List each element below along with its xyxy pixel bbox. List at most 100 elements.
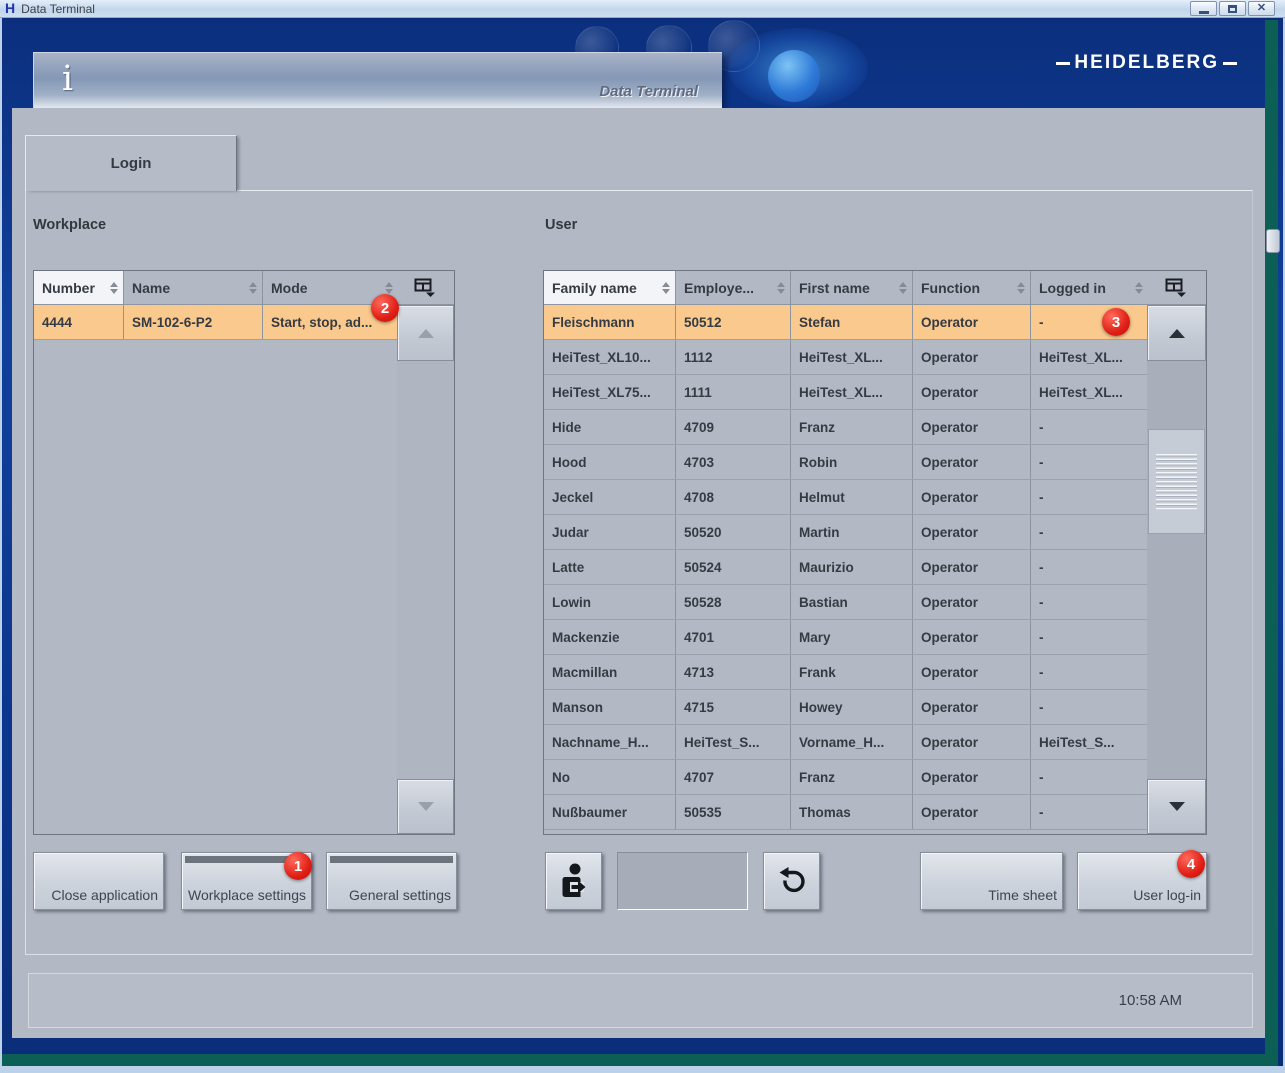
table-cell[interactable]: 1112: [676, 340, 791, 374]
table-cell[interactable]: Lowin: [544, 585, 676, 619]
table-row[interactable]: 4444SM-102-6-P2Start, stop, ad...: [34, 305, 397, 340]
column-header-employe[interactable]: Employe...: [676, 271, 791, 304]
table-cell[interactable]: Franz: [791, 760, 913, 794]
table-cell[interactable]: -: [1031, 690, 1147, 724]
table-cell[interactable]: 50528: [676, 585, 791, 619]
table-cell[interactable]: 4713: [676, 655, 791, 689]
table-cell[interactable]: Operator: [913, 550, 1031, 584]
table-cell[interactable]: Helmut: [791, 480, 913, 514]
table-cell[interactable]: Operator: [913, 515, 1031, 549]
scroll-up-button[interactable]: [397, 305, 454, 361]
scroll-thumb[interactable]: [1148, 429, 1205, 534]
table-cell[interactable]: -: [1031, 410, 1147, 444]
table-cell[interactable]: -: [1031, 655, 1147, 689]
tab-login[interactable]: Login: [25, 135, 237, 191]
table-cell[interactable]: HeiTest_XL...: [1031, 375, 1147, 409]
table-cell[interactable]: Macmillan: [544, 655, 676, 689]
column-picker-button[interactable]: [1147, 271, 1206, 305]
table-cell[interactable]: Operator: [913, 795, 1031, 829]
table-cell[interactable]: Operator: [913, 340, 1031, 374]
table-cell[interactable]: Robin: [791, 445, 913, 479]
table-cell[interactable]: HeiTest_XL...: [791, 340, 913, 374]
table-cell[interactable]: Frank: [791, 655, 913, 689]
table-cell[interactable]: 4708: [676, 480, 791, 514]
table-cell[interactable]: -: [1031, 585, 1147, 619]
table-cell[interactable]: Operator: [913, 410, 1031, 444]
table-cell[interactable]: 4701: [676, 620, 791, 654]
table-row[interactable]: Nußbaumer50535ThomasOperator-: [544, 795, 1147, 830]
table-row[interactable]: Fleischmann50512StefanOperator-: [544, 305, 1147, 340]
table-cell[interactable]: 50535: [676, 795, 791, 829]
table-cell[interactable]: Operator: [913, 585, 1031, 619]
table-cell[interactable]: Martin: [791, 515, 913, 549]
table-cell[interactable]: HeiTest_XL10...: [544, 340, 676, 374]
table-cell[interactable]: -: [1031, 515, 1147, 549]
column-header-first-name[interactable]: First name: [791, 271, 913, 304]
table-row[interactable]: Nachname_H...HeiTest_S...Vorname_H...Ope…: [544, 725, 1147, 760]
table-cell[interactable]: Operator: [913, 725, 1031, 759]
table-cell[interactable]: Operator: [913, 655, 1031, 689]
table-cell[interactable]: -: [1031, 445, 1147, 479]
undo-button[interactable]: [763, 852, 820, 910]
table-cell[interactable]: HeiTest_S...: [676, 725, 791, 759]
table-cell[interactable]: Fleischmann: [544, 305, 676, 339]
maximize-button[interactable]: [1219, 1, 1246, 16]
table-row[interactable]: Hood4703RobinOperator-: [544, 445, 1147, 480]
table-cell[interactable]: Operator: [913, 305, 1031, 339]
table-cell[interactable]: 4709: [676, 410, 791, 444]
table-cell[interactable]: Manson: [544, 690, 676, 724]
table-cell[interactable]: -: [1031, 760, 1147, 794]
column-header-family-name[interactable]: Family name: [544, 271, 676, 304]
edge-scroll-handle[interactable]: [1266, 229, 1280, 253]
table-cell[interactable]: 50512: [676, 305, 791, 339]
table-cell[interactable]: Thomas: [791, 795, 913, 829]
table-cell[interactable]: Franz: [791, 410, 913, 444]
column-header-logged-in[interactable]: Logged in: [1031, 271, 1149, 304]
table-cell[interactable]: Hood: [544, 445, 676, 479]
table-cell[interactable]: Judar: [544, 515, 676, 549]
table-cell[interactable]: Hide: [544, 410, 676, 444]
table-cell[interactable]: 1111: [676, 375, 791, 409]
scroll-down-button[interactable]: [1147, 779, 1206, 834]
minimize-button[interactable]: [1190, 1, 1217, 16]
column-header-name[interactable]: Name: [124, 271, 263, 304]
table-cell[interactable]: HeiTest_S...: [1031, 725, 1147, 759]
table-cell[interactable]: Vorname_H...: [791, 725, 913, 759]
table-cell[interactable]: 4444: [34, 305, 124, 339]
column-picker-button[interactable]: [397, 271, 454, 305]
table-row[interactable]: Jeckel4708HelmutOperator-: [544, 480, 1147, 515]
table-row[interactable]: HeiTest_XL75...1111HeiTest_XL...Operator…: [544, 375, 1147, 410]
table-cell[interactable]: -: [1031, 480, 1147, 514]
close-button[interactable]: ✕: [1248, 1, 1275, 16]
column-header-function[interactable]: Function: [913, 271, 1031, 304]
scroll-up-button[interactable]: [1147, 305, 1206, 361]
table-cell[interactable]: Bastian: [791, 585, 913, 619]
table-cell[interactable]: HeiTest_XL...: [791, 375, 913, 409]
table-cell[interactable]: Operator: [913, 375, 1031, 409]
table-cell[interactable]: Nachname_H...: [544, 725, 676, 759]
general-settings-button[interactable]: General settings: [326, 852, 457, 910]
table-row[interactable]: Latte50524MaurizioOperator-: [544, 550, 1147, 585]
table-row[interactable]: HeiTest_XL10...1112HeiTest_XL...Operator…: [544, 340, 1147, 375]
table-row[interactable]: Mackenzie4701MaryOperator-: [544, 620, 1147, 655]
user-card-login-button[interactable]: [545, 852, 602, 910]
table-row[interactable]: Lowin50528BastianOperator-: [544, 585, 1147, 620]
table-cell[interactable]: Howey: [791, 690, 913, 724]
table-row[interactable]: Hide4709FranzOperator-: [544, 410, 1147, 445]
table-cell[interactable]: -: [1031, 620, 1147, 654]
table-cell[interactable]: Jeckel: [544, 480, 676, 514]
table-cell[interactable]: HeiTest_XL75...: [544, 375, 676, 409]
table-row[interactable]: Judar50520MartinOperator-: [544, 515, 1147, 550]
table-cell[interactable]: -: [1031, 795, 1147, 829]
table-cell[interactable]: Maurizio: [791, 550, 913, 584]
table-cell[interactable]: Mackenzie: [544, 620, 676, 654]
scroll-track[interactable]: [1147, 361, 1206, 779]
table-row[interactable]: Macmillan4713FrankOperator-: [544, 655, 1147, 690]
column-header-number[interactable]: Number: [34, 271, 124, 304]
table-cell[interactable]: Operator: [913, 445, 1031, 479]
table-cell[interactable]: SM-102-6-P2: [124, 305, 263, 339]
table-row[interactable]: No4707FranzOperator-: [544, 760, 1147, 795]
table-cell[interactable]: Nußbaumer: [544, 795, 676, 829]
table-cell[interactable]: Latte: [544, 550, 676, 584]
close-application-button[interactable]: Close application: [33, 852, 164, 910]
